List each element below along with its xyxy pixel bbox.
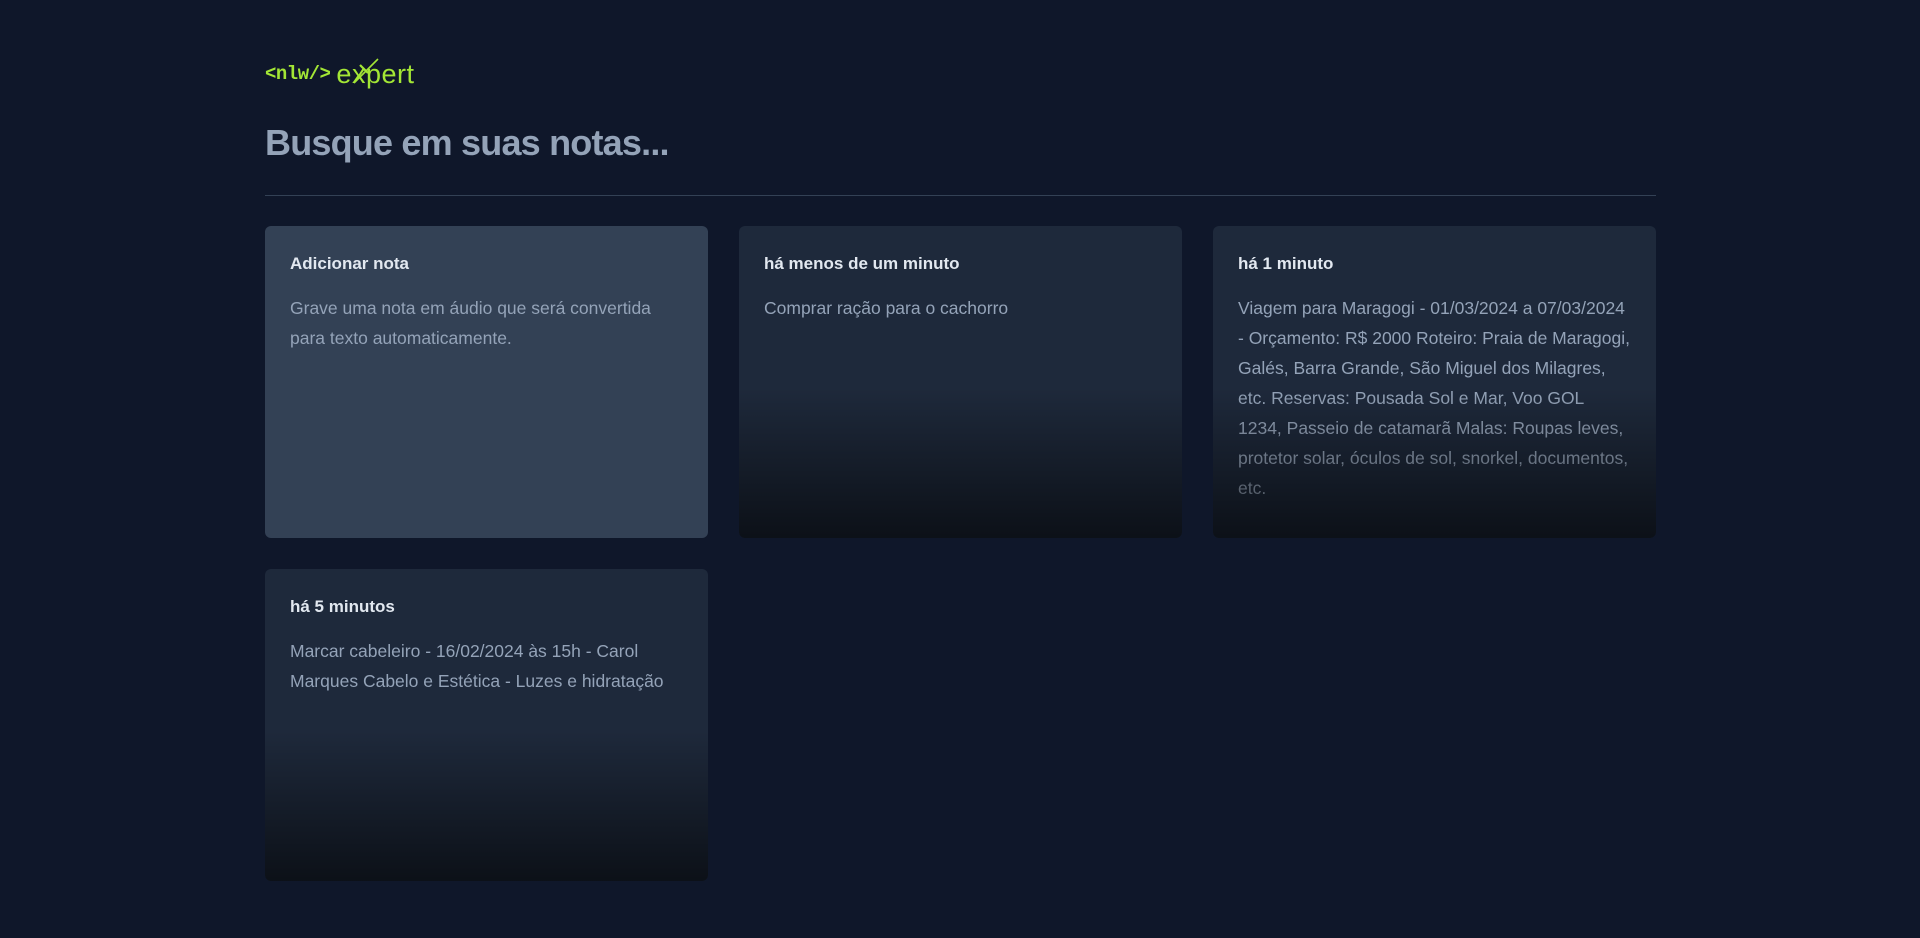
note-fade-overlay — [265, 731, 708, 881]
divider — [265, 195, 1656, 196]
note-content: Marcar cabeleiro - 16/02/2024 às 15h - C… — [290, 641, 664, 691]
note-date: há menos de um minuto — [764, 254, 960, 273]
note-card[interactable]: há menos de um minuto Comprar ração para… — [739, 226, 1182, 538]
logo-code-text: <nlw/> — [265, 63, 331, 85]
note-date: há 1 minuto — [1238, 254, 1334, 273]
add-note-card[interactable]: Adicionar nota Grave uma nota em áudio q… — [265, 226, 708, 538]
logo-word-text: expert — [336, 57, 414, 90]
note-content: Comprar ração para o cachorro — [764, 298, 1009, 318]
note-date: há 5 minutos — [290, 597, 395, 616]
add-note-description: Grave uma nota em áudio que será convert… — [290, 298, 651, 348]
nlw-expert-logo: <nlw/> expert — [265, 57, 414, 90]
note-card[interactable]: há 5 minutos Marcar cabeleiro - 16/02/20… — [265, 569, 708, 881]
note-fade-overlay — [739, 388, 1182, 538]
add-note-title: Adicionar nota — [290, 254, 410, 273]
logo-spark-icon — [353, 57, 379, 84]
search-input[interactable] — [265, 118, 1656, 168]
note-content: Viagem para Maragogi - 01/03/2024 a 07/0… — [1238, 298, 1630, 498]
note-card[interactable]: há 1 minuto Viagem para Maragogi - 01/03… — [1213, 226, 1656, 538]
notes-grid: Adicionar nota Grave uma nota em áudio q… — [265, 226, 1656, 881]
